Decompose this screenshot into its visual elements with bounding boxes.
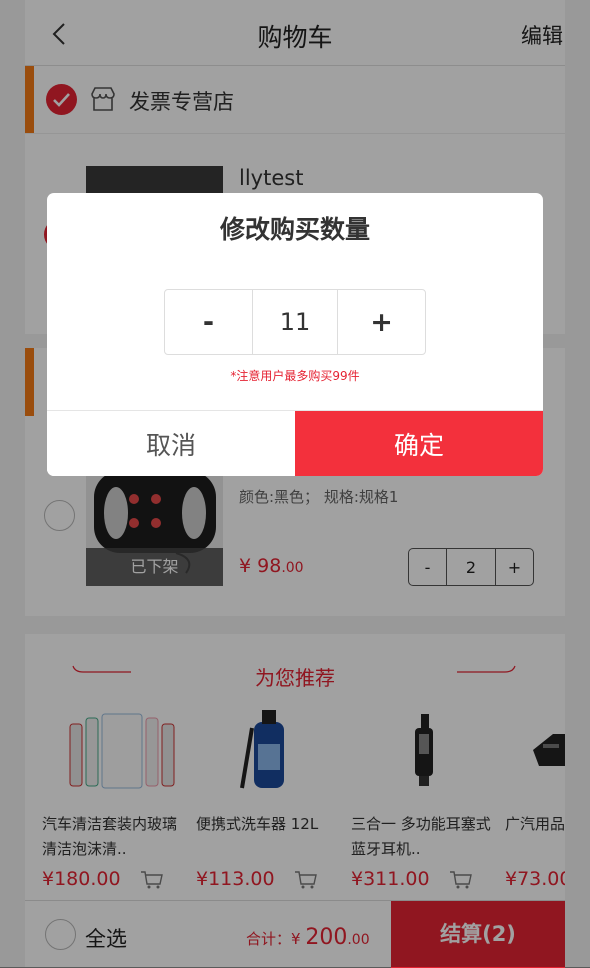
confirm-button[interactable]: 确定	[295, 411, 543, 476]
dialog-decrement-button[interactable]: -	[165, 290, 252, 354]
dialog-actions: 取消 确定	[47, 410, 543, 476]
dialog-quantity-stepper: - 11 +	[164, 289, 426, 355]
dialog-title: 修改购买数量	[219, 215, 370, 244]
purchase-limit-note: *注意用户最多购买99件	[230, 369, 360, 383]
dialog-quantity-input[interactable]: 11	[252, 290, 338, 354]
cancel-button[interactable]: 取消	[47, 411, 295, 476]
dialog-increment-button[interactable]: +	[338, 290, 425, 354]
modal-overlay[interactable]	[0, 0, 590, 967]
quantity-dialog: 修改购买数量 - 11 + *注意用户最多购买99件 取消 确定	[47, 193, 543, 476]
